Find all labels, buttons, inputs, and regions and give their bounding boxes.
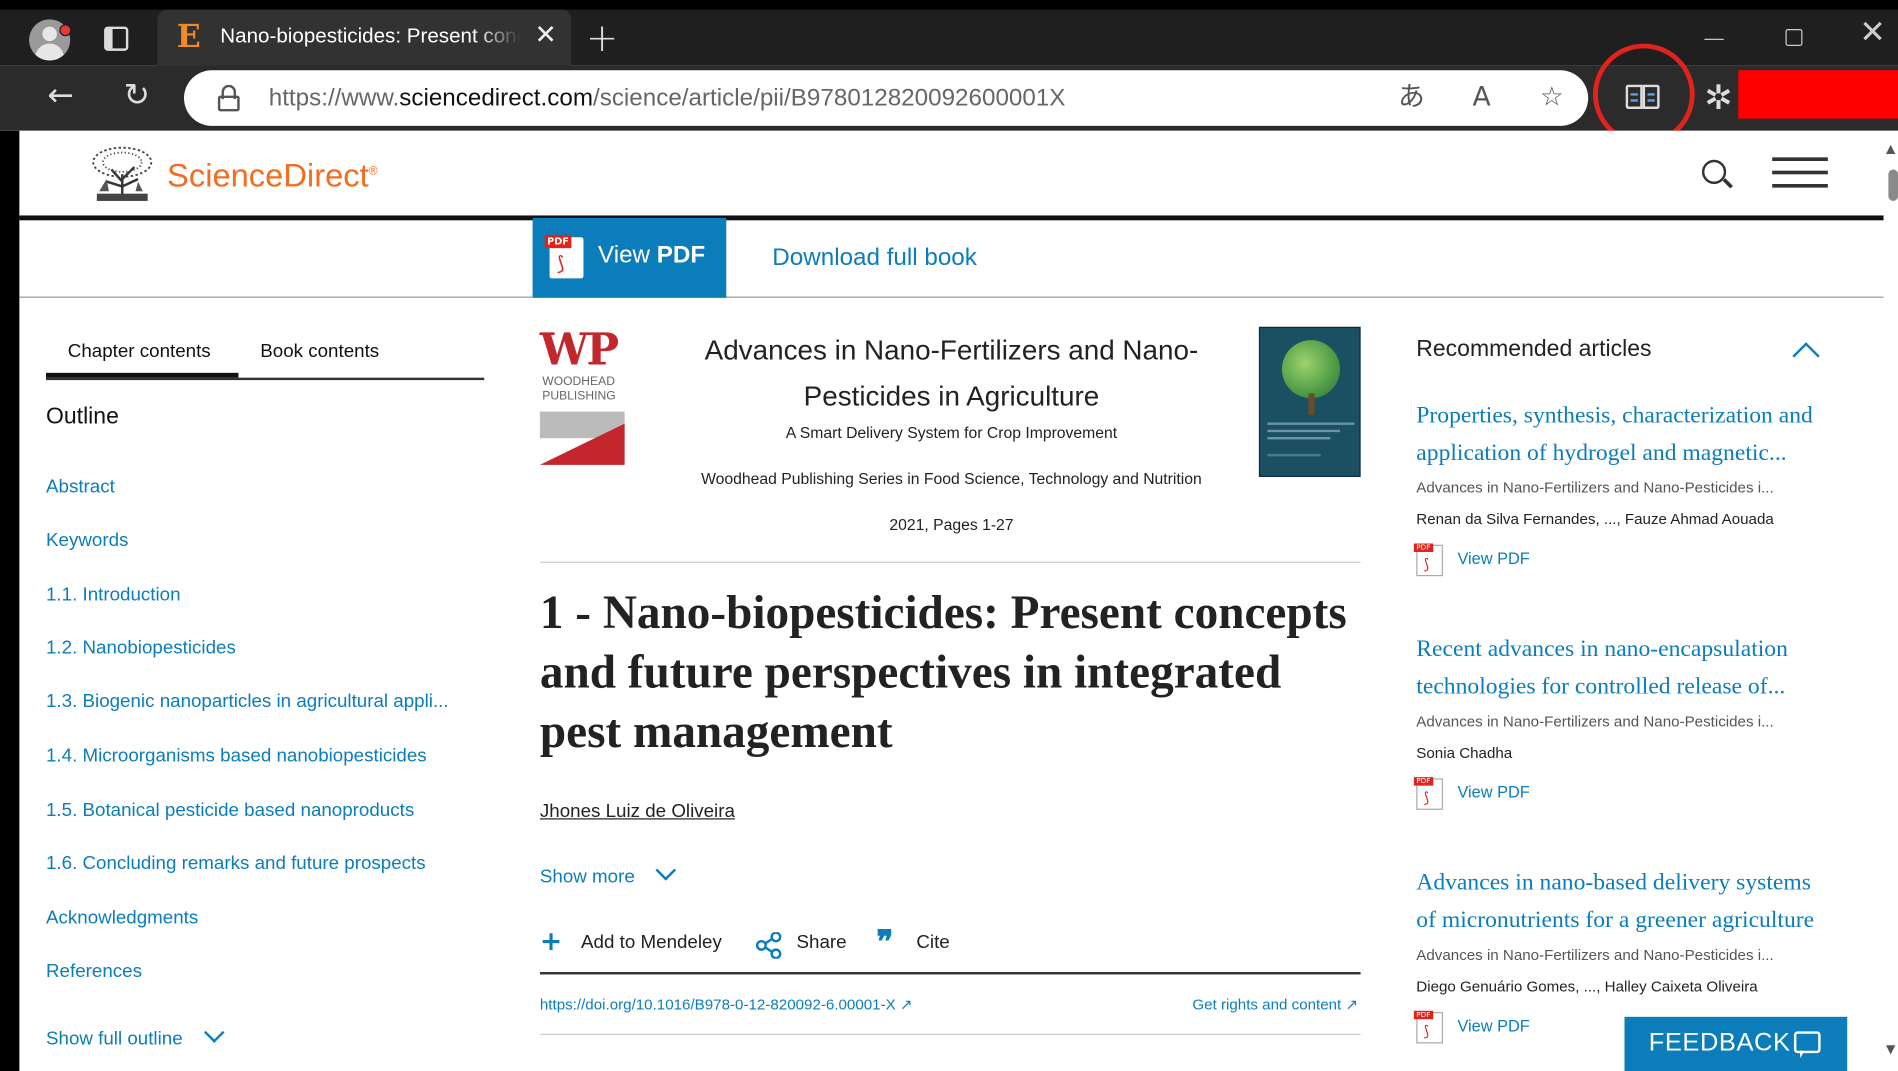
author-link[interactable]: Jhones Luiz de Oliveira [540,801,735,823]
outline-item[interactable]: Abstract [46,477,115,499]
new-tab-plus-icon[interactable]: + [586,15,618,61]
search-icon[interactable] [1701,159,1727,184]
back-arrow-icon[interactable]: ← [39,77,83,113]
recommended-article-authors: Sonia Chadha [1416,744,1513,762]
view-pdf-link[interactable]: PDF ⟆ View PDF [1413,543,1585,577]
external-link-icon: ↗ [899,996,913,1014]
elsevier-favicon-icon: E [176,19,201,56]
redacted-area [1738,70,1898,119]
recommended-article-source: Advances in Nano-Fertilizers and Nano-Pe… [1416,712,1774,730]
doi-link[interactable]: https://doi.org/10.1016/B978-0-12-820092… [540,995,913,1013]
hamburger-menu-icon[interactable] [1772,157,1828,197]
recommended-article-title[interactable]: Advances in nano-based delivery systems … [1416,864,1828,939]
article-actions: + Add to Mendeley Share ❞ Cite [540,925,1361,975]
browser-tab-active[interactable]: E Nano-biopesticides: Present concepts a… [157,9,572,66]
outline-item[interactable]: 1.6. Concluding remarks and future prosp… [46,853,426,875]
scroll-thumb[interactable] [1888,169,1898,201]
book-pages: 2021, Pages 1-27 [889,515,1014,534]
book-title-link[interactable]: Advances in Nano-Fertilizers and Nano-Pe… [673,327,1230,419]
tab-chapter-contents[interactable]: Chapter contents [68,341,211,363]
outline-item[interactable]: References [46,961,142,983]
share-icon[interactable] [755,932,782,959]
extensions-puzzle-icon[interactable]: ✲ [1704,77,1732,117]
pdf-bar: PDF ⟆ View PDF Download full book [19,217,1884,298]
elsevier-tree-logo-icon[interactable] [89,145,155,204]
plus-icon[interactable]: + [540,927,562,957]
outline-item[interactable]: 1.5. Botanical pesticide based nanoprodu… [46,800,414,822]
tab-actions-icon[interactable] [104,26,129,51]
active-tab-indicator [45,372,239,378]
outline-item[interactable]: 1.4. Microorganisms based nanobiopestici… [46,746,427,768]
woodhead-publishing-logo[interactable]: WP WOODHEAD PUBLISHING [539,324,625,465]
pdf-file-icon: PDF ⟆ [544,234,584,279]
recommended-article-source: Advances in Nano-Fertilizers and Nano-Pe… [1416,946,1774,964]
view-pdf-button[interactable]: PDF ⟆ View PDF [532,217,727,298]
divider [539,1033,1361,1035]
book-cover-image[interactable] [1258,326,1361,477]
tab-title: Nano-biopesticides: Present concepts and… [220,24,520,48]
translate-icon[interactable]: あ [1392,80,1431,116]
book-series[interactable]: Woodhead Publishing Series in Food Scien… [661,470,1242,488]
outline-item[interactable]: Acknowledgments [46,908,198,930]
profile-notification-dot [59,24,72,37]
left-border [0,130,20,1071]
url-text[interactable]: https://www.sciencedirect.com/science/ar… [269,85,1066,113]
browser-window: E Nano-biopesticides: Present concepts a… [0,0,1898,1071]
recommended-article-authors: Renan da Silva Fernandes, ..., Fauze Ahm… [1416,510,1774,528]
external-link-icon: ↗ [1345,996,1359,1014]
outline-sidebar: Chapter contents Book contents Outline A… [45,327,485,1050]
view-pdf-link[interactable]: PDF ⟆ View PDF [1413,1010,1585,1044]
recommended-article-title[interactable]: Recent advances in nano-encapsulation te… [1416,631,1828,706]
show-more-button[interactable]: Show more [540,860,677,889]
screenshot-viewport: E Nano-biopesticides: Present concepts a… [0,0,1898,1071]
chat-bubble-icon [1793,1031,1821,1058]
window-minimize-icon[interactable] [1704,38,1724,40]
quote-icon[interactable]: ❞ [876,925,893,961]
show-full-outline-button[interactable]: Show full outline [46,1022,225,1051]
cite-button[interactable]: Cite [916,932,949,954]
outline-item[interactable]: 1.1. Introduction [46,585,181,607]
view-pdf-link[interactable]: PDF ⟆ View PDF [1413,777,1585,810]
outline-item[interactable]: 1.2. Nanobiopesticides [46,638,236,660]
get-rights-link[interactable]: Get rights and content ↗ [1192,995,1358,1013]
favorite-star-icon[interactable]: ☆ [1532,80,1571,116]
site-header: ScienceDirect® [19,133,1883,215]
pdf-file-icon: PDF ⟆ [1413,1010,1443,1044]
lock-icon[interactable] [217,84,240,112]
outline-item[interactable]: 1.3. Biogenic nanoparticles in agricultu… [46,691,449,713]
add-to-mendeley-button[interactable]: Add to Mendeley [581,932,722,954]
recommended-article-source: Advances in Nano-Fertilizers and Nano-Pe… [1416,479,1774,497]
page-scrollbar[interactable] [1883,135,1898,1071]
feedback-button[interactable]: FEEDBACK [1624,1016,1848,1071]
tab-close-icon[interactable]: ✕ [535,21,557,51]
window-close-icon[interactable]: ✕ [1859,15,1885,51]
recommended-article-title[interactable]: Properties, synthesis, characterization … [1416,397,1828,472]
view-pdf-label: View PDF [597,242,706,269]
scroll-up-icon[interactable]: ▲ [1886,143,1895,156]
recommended-article-authors: Diego Genuário Gomes, ..., Halley Caixet… [1416,978,1758,996]
address-bar[interactable]: https://www.sciencedirect.com/science/ar… [183,70,1589,126]
book-subtitle: A Smart Delivery System for Crop Improve… [785,423,1118,442]
read-aloud-icon[interactable]: A [1462,80,1501,116]
divider [539,972,1361,975]
pdf-file-icon: PDF ⟆ [1413,543,1443,577]
pdf-file-icon: PDF ⟆ [1413,777,1443,810]
tab-book-contents[interactable]: Book contents [260,341,379,363]
outline-heading: Outline [45,404,119,430]
divider [539,561,1361,563]
window-restore-icon[interactable] [1785,29,1803,46]
refresh-icon[interactable]: ↻ [115,77,159,113]
share-button[interactable]: Share [797,932,847,954]
chapter-title: 1 - Nano-biopesticides: Present concepts… [539,587,1347,758]
sciencedirect-wordmark[interactable]: ScienceDirect® [167,157,378,195]
scroll-down-icon[interactable]: ▼ [1886,1043,1895,1056]
recommended-heading: Recommended articles [1416,336,1652,362]
outline-item[interactable]: Keywords [46,530,128,552]
sidebar-tabs: Chapter contents Book contents [45,327,485,381]
download-full-book-link[interactable]: Download full book [772,245,977,273]
